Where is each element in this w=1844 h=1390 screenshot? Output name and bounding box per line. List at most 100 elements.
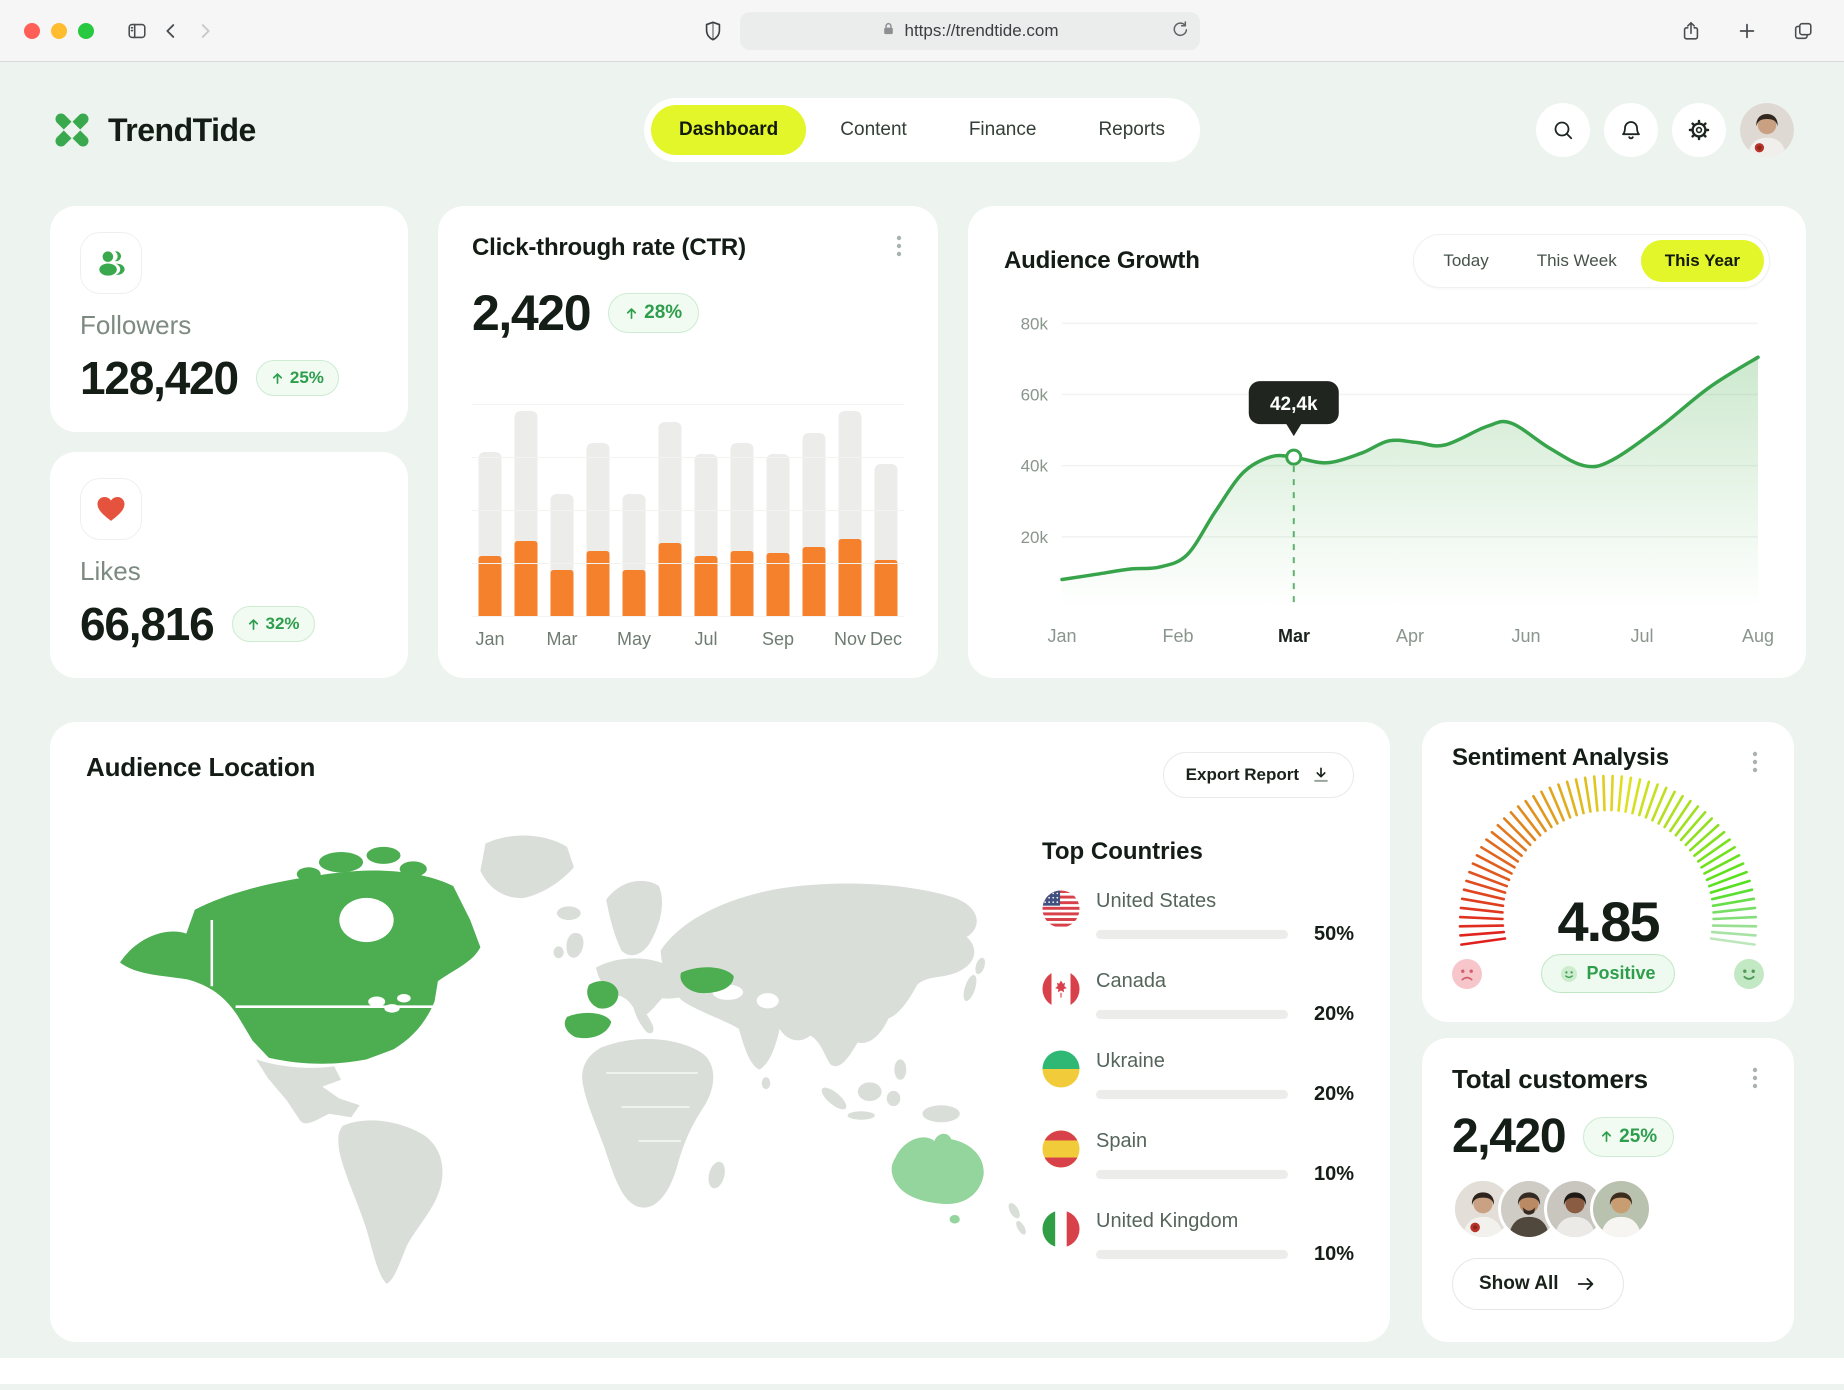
ctr-axis-label: Dec [868, 629, 904, 650]
back-button[interactable] [154, 16, 188, 46]
minimize-window-button[interactable] [51, 23, 67, 39]
ctr-bar-aug [724, 405, 760, 617]
ca-flag-icon [1042, 970, 1080, 1008]
customer-avatars [1452, 1178, 1764, 1240]
search-icon[interactable] [1536, 103, 1590, 157]
svg-text:Apr: Apr [1396, 626, 1424, 646]
sentiment-title: Sentiment Analysis [1452, 744, 1764, 772]
likes-delta-badge: 32% [232, 606, 315, 642]
country-progress-track [1096, 1170, 1288, 1179]
ctr-value: 2,420 [472, 284, 590, 342]
growth-tooltip: 42,4k [1249, 381, 1339, 436]
followers-label: Followers [80, 310, 378, 341]
followers-delta-badge: 25% [256, 360, 339, 396]
ctr-bar-may [616, 405, 652, 617]
svg-text:42,4k: 42,4k [1270, 394, 1318, 415]
range-today[interactable]: Today [1419, 240, 1512, 282]
followers-value: 128,420 [80, 351, 238, 405]
zoom-window-button[interactable] [78, 23, 94, 39]
svg-text:Mar: Mar [1278, 626, 1310, 646]
uk-flag-icon [1042, 1210, 1080, 1248]
country-name: United States [1096, 890, 1354, 913]
sentiment-gauge: 4.85 [1452, 774, 1764, 950]
country-name: United Kingdom [1096, 1210, 1354, 1233]
likes-card: Likes 66,816 32% [50, 452, 408, 678]
customers-value: 2,420 [1452, 1109, 1565, 1164]
nav-item-content[interactable]: Content [812, 105, 935, 155]
dashboard-page: TrendTide DashboardContentFinanceReports… [0, 94, 1844, 1390]
ctr-axis-label [724, 629, 760, 650]
export-report-button[interactable]: Export Report [1163, 752, 1354, 798]
nav-item-finance[interactable]: Finance [941, 105, 1065, 155]
nav-item-dashboard[interactable]: Dashboard [651, 105, 806, 155]
range-this-week[interactable]: This Week [1513, 240, 1641, 282]
country-progress-track [1096, 1010, 1288, 1019]
top-countries-panel: Top Countries United States50%Canada20%U… [1042, 804, 1354, 1312]
ctr-bar-oct [796, 405, 832, 617]
svg-text:Feb: Feb [1162, 626, 1193, 646]
country-progress-track [1096, 930, 1288, 939]
sentiment-card: Sentiment Analysis 4.85 Positive [1422, 722, 1794, 1022]
audience-growth-card: Audience Growth TodayThis WeekThis Year … [968, 206, 1806, 678]
sidebar-toggle-icon[interactable] [120, 16, 154, 46]
brand-name: TrendTide [108, 112, 256, 149]
growth-range-switcher: TodayThis WeekThis Year [1413, 234, 1770, 288]
country-row-ua: Ukraine20% [1042, 1050, 1354, 1106]
up-arrow-icon [271, 372, 284, 385]
trendtide-logo-icon [50, 108, 94, 152]
ctr-axis-label [652, 629, 688, 650]
nav-item-reports[interactable]: Reports [1070, 105, 1193, 155]
country-row-us: United States 50% [1042, 890, 1354, 946]
top-bar: TrendTide DashboardContentFinanceReports [50, 94, 1794, 166]
country-name: Canada [1096, 970, 1354, 993]
happy-face-icon [1734, 959, 1764, 989]
ctr-bar-chart: JanMarMayJulSepNovDec [472, 405, 904, 650]
ctr-bar-feb [508, 405, 544, 617]
customers-menu-icon[interactable] [1740, 1062, 1770, 1096]
settings-gear-icon[interactable] [1672, 103, 1726, 157]
country-progress-track [1096, 1090, 1288, 1099]
refresh-icon[interactable] [1170, 19, 1190, 44]
svg-text:Jun: Jun [1511, 626, 1540, 646]
ctr-bar-nov [832, 405, 868, 617]
growth-area-chart: 20k40k60k80k42,4kJanFebMarAprJunJulAug [1004, 302, 1770, 650]
es-flag-icon [1042, 1130, 1080, 1168]
tab-overview-icon[interactable] [1786, 16, 1820, 46]
privacy-shield-icon[interactable] [696, 16, 730, 46]
notifications-bell-icon[interactable] [1604, 103, 1658, 157]
country-progress-track [1096, 1250, 1288, 1259]
show-all-button[interactable]: Show All [1452, 1258, 1624, 1310]
ctr-bar-mar [544, 405, 580, 617]
ctr-axis-label: Nov [832, 629, 868, 650]
smiley-icon [1560, 965, 1578, 983]
forward-button[interactable] [188, 16, 222, 46]
user-avatar[interactable] [1740, 103, 1794, 157]
sad-face-icon [1452, 959, 1482, 989]
address-bar[interactable]: https://trendtide.com [740, 12, 1200, 50]
up-arrow-icon [1600, 1130, 1613, 1143]
up-arrow-icon [247, 618, 260, 631]
likes-value: 66,816 [80, 597, 214, 651]
main-nav: DashboardContentFinanceReports [644, 98, 1200, 162]
svg-text:80k: 80k [1021, 314, 1049, 333]
country-percent: 50% [1302, 923, 1354, 946]
ctr-axis-label: Jul [688, 629, 724, 650]
range-this-year[interactable]: This Year [1641, 240, 1764, 282]
traffic-lights [24, 23, 94, 39]
ctr-menu-icon[interactable] [884, 230, 914, 264]
followers-icon [80, 232, 142, 294]
ctr-bar-apr [580, 405, 616, 617]
close-window-button[interactable] [24, 23, 40, 39]
country-percent: 10% [1302, 1163, 1354, 1186]
ctr-bar-jun [652, 405, 688, 617]
ctr-axis-label: Jan [472, 629, 508, 650]
share-icon[interactable] [1674, 16, 1708, 46]
country-percent: 20% [1302, 1003, 1354, 1026]
ctr-axis-label: Mar [544, 629, 580, 650]
location-title: Audience Location [86, 752, 315, 783]
ua-flag-icon [1042, 1050, 1080, 1088]
new-tab-icon[interactable] [1730, 16, 1764, 46]
customer-avatar-4[interactable] [1590, 1178, 1652, 1240]
brand-logo[interactable]: TrendTide [50, 108, 256, 152]
ctr-axis-label [580, 629, 616, 650]
